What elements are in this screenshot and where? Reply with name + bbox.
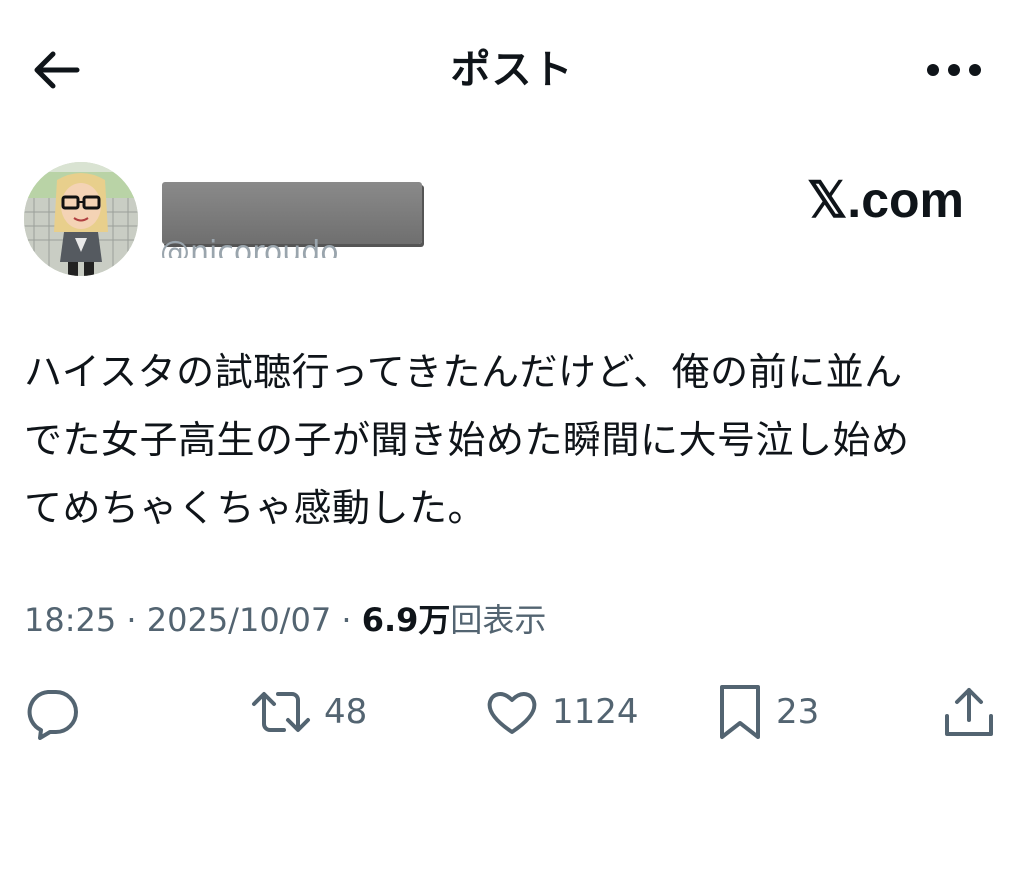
post-line: でた女子高生の子が聞き始めた瞬間に大号泣し始め — [24, 418, 910, 462]
repost-icon — [252, 692, 310, 732]
meta-separator: · — [331, 601, 362, 639]
action-bar: 48 1124 23 — [0, 680, 1024, 744]
like-button[interactable]: 1124 — [484, 680, 639, 744]
post-line: てめちゃくちゃ感動した。 — [24, 486, 487, 530]
top-bar: ポスト — [0, 0, 1024, 140]
bookmark-count: 23 — [776, 692, 820, 732]
post-time[interactable]: 18:25 — [24, 601, 116, 639]
user-handle[interactable]: @nicoroudo — [160, 232, 339, 259]
post-line: ハイスタの試聴行ってきたんだけど、俺の前に並ん — [24, 350, 903, 394]
views-label: 回表示 — [450, 601, 547, 639]
like-count: 1124 — [552, 692, 639, 732]
brand-watermark: 𝕏.com — [807, 172, 964, 228]
share-button[interactable] — [942, 680, 996, 744]
views-count[interactable]: 6.9万 — [362, 601, 451, 639]
user-handle-text: @nicoroudo — [160, 235, 339, 259]
more-options-button[interactable] — [922, 48, 986, 92]
post-meta: 18:25 · 2025/10/07 · 6.9万回表示 — [24, 596, 546, 644]
page-title: ポスト — [450, 47, 574, 93]
share-icon — [945, 688, 993, 736]
heart-icon — [487, 692, 537, 734]
avatar-mii-character — [24, 162, 138, 276]
post-date[interactable]: 2025/10/07 — [147, 601, 331, 639]
meta-separator: · — [116, 601, 147, 639]
bookmark-button[interactable]: 23 — [716, 680, 819, 744]
avatar[interactable] — [24, 162, 138, 276]
post-text: ハイスタの試聴行ってきたんだけど、俺の前に並ん でた女子高生の子が聞き始めた瞬間… — [24, 338, 999, 542]
reply-button[interactable] — [24, 680, 80, 744]
bookmark-icon — [720, 685, 760, 739]
more-horizontal-icon — [927, 64, 981, 76]
repost-count: 48 — [324, 692, 368, 732]
repost-button[interactable]: 48 — [250, 680, 367, 744]
reply-icon — [27, 690, 78, 740]
